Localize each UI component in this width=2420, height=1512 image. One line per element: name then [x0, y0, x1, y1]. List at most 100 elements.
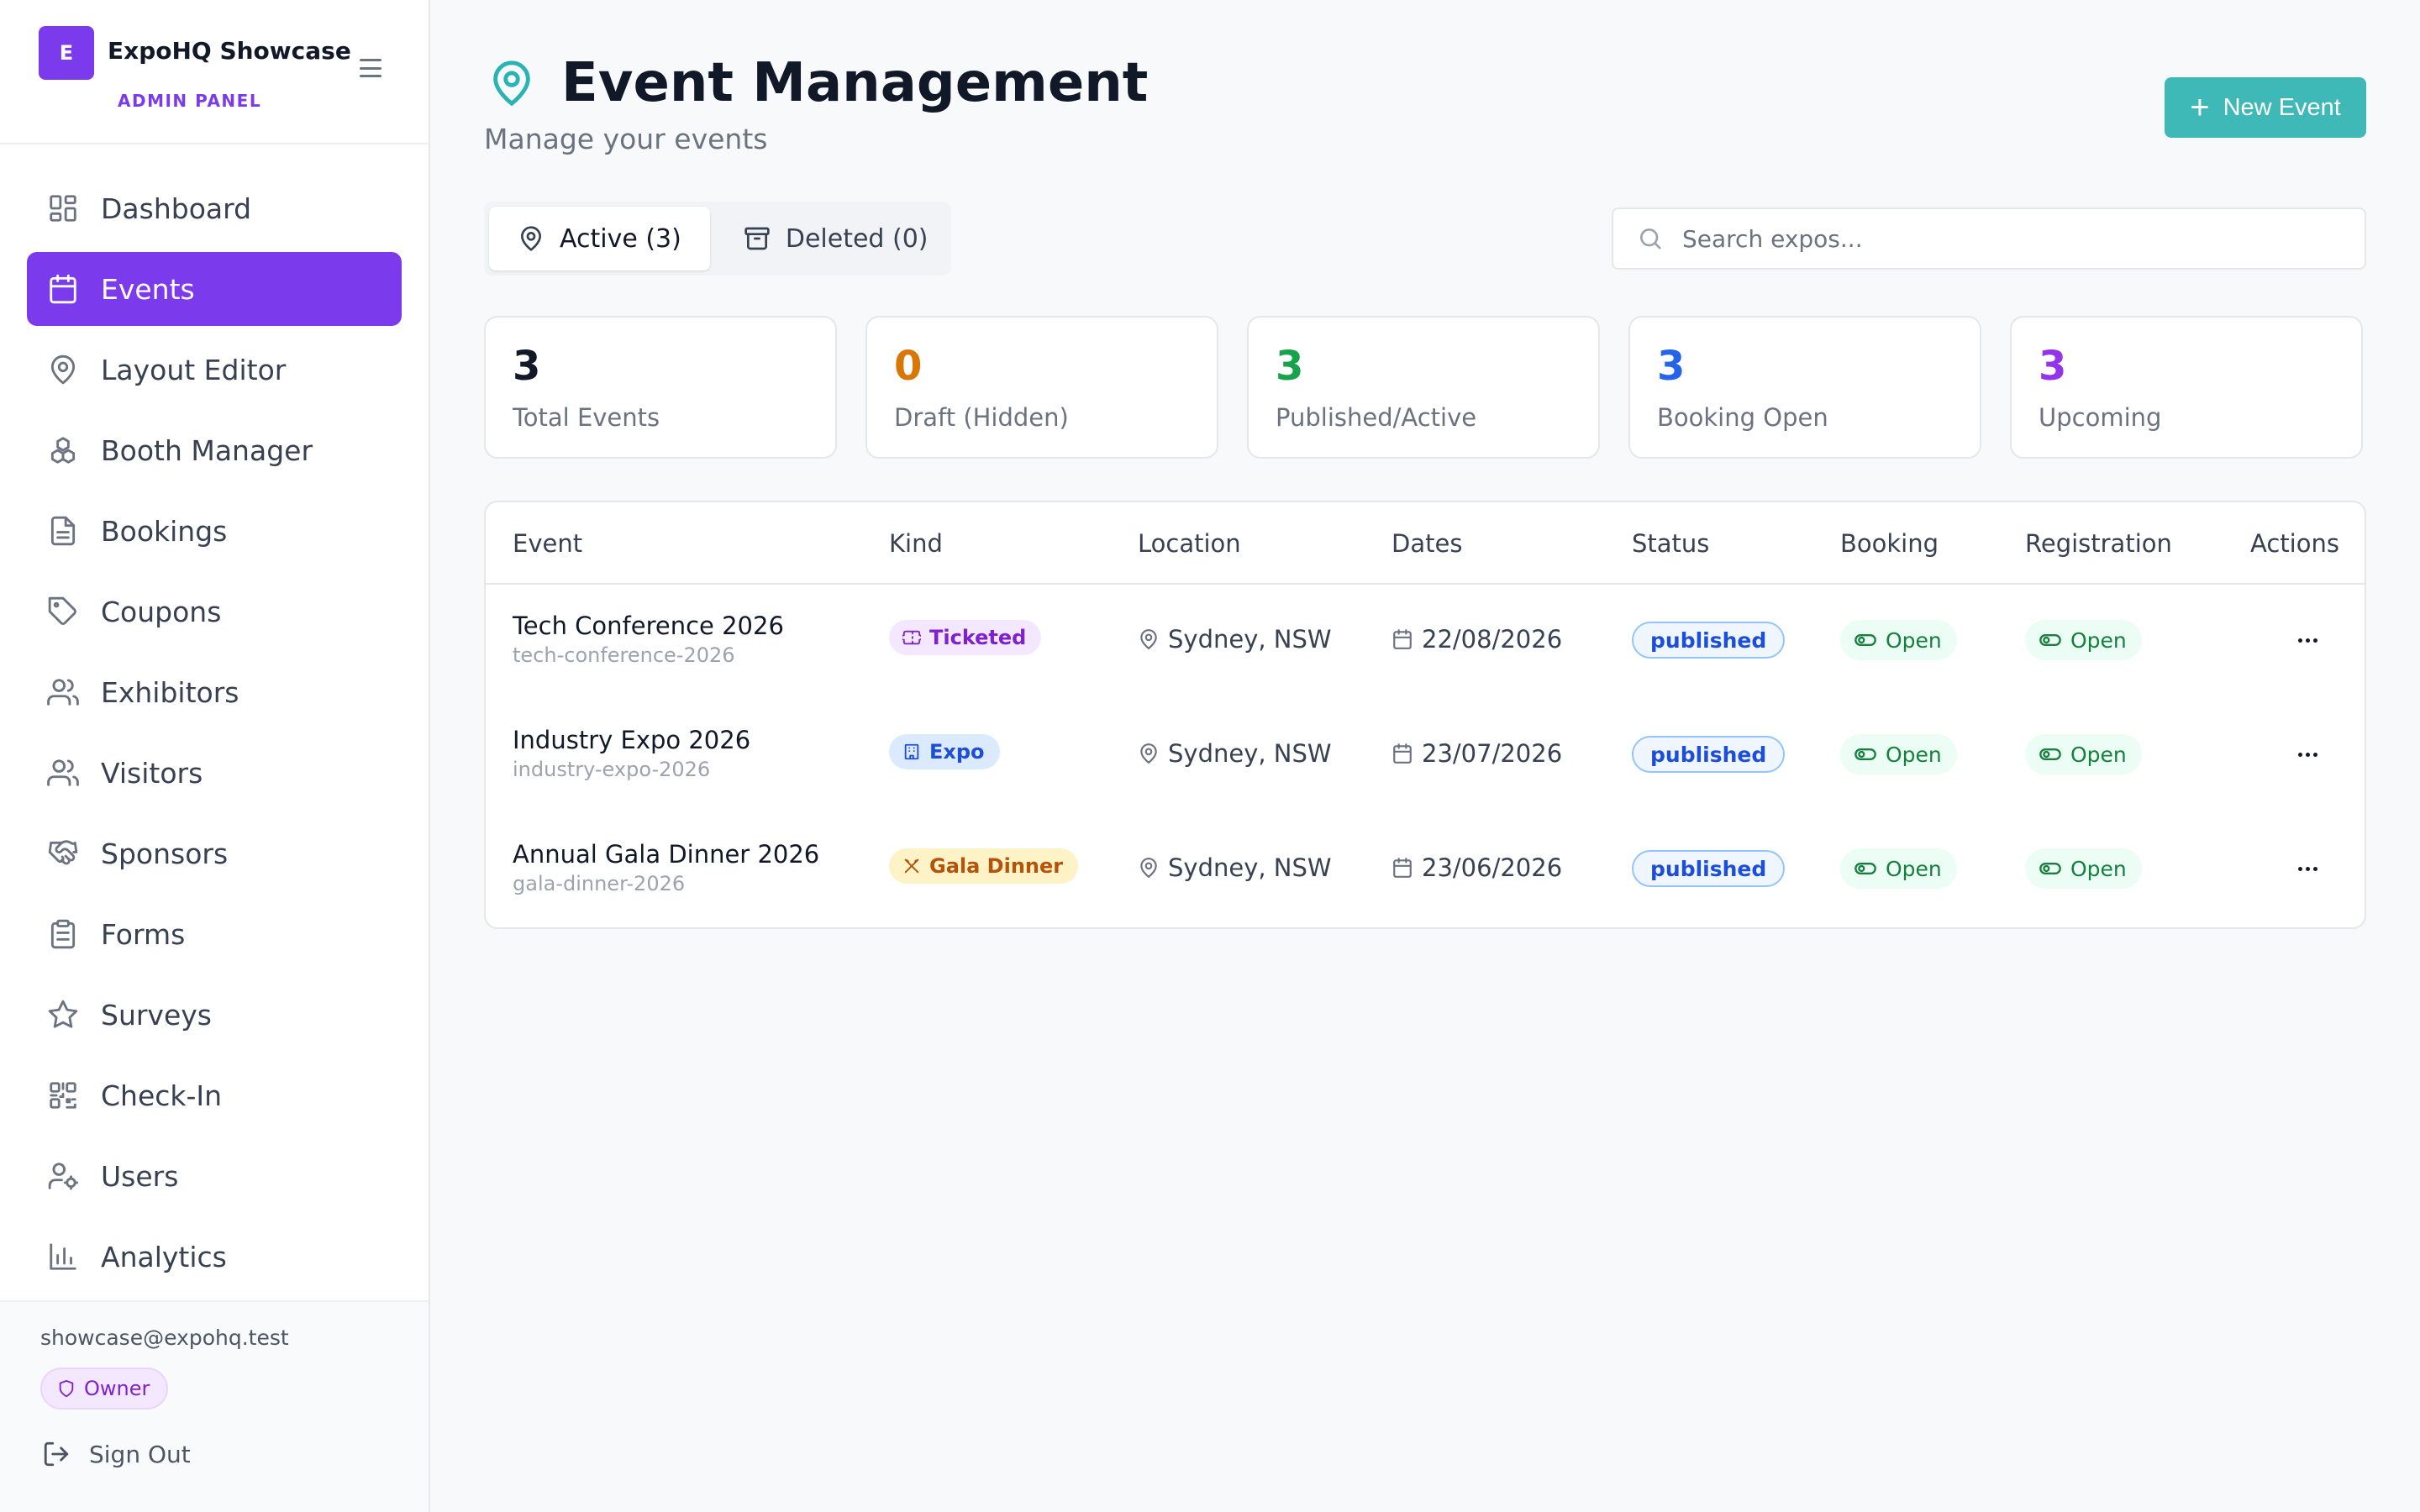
sidebar-item-label: Sponsors: [101, 837, 229, 870]
event-cell: Tech Conference 2026 tech-conference-202…: [513, 612, 784, 667]
role-label: Owner: [84, 1377, 150, 1400]
sidebar-item-coupons[interactable]: Coupons: [27, 575, 402, 648]
more-actions-icon[interactable]: [2291, 738, 2324, 771]
stat-value: 3: [2039, 343, 2067, 390]
menu-toggle-icon[interactable]: [360, 59, 381, 77]
status-badge: published: [1632, 736, 1786, 773]
log-out-icon: [44, 1441, 69, 1467]
sidebar-item-visitors[interactable]: Visitors: [27, 736, 402, 810]
event-name: Tech Conference 2026: [513, 612, 784, 640]
sidebar-item-forms[interactable]: Forms: [27, 897, 402, 971]
event-cell: Annual Gala Dinner 2026 gala-dinner-2026: [513, 840, 819, 895]
stat-label: Draft (Hidden): [894, 403, 1069, 432]
sidebar-item-label: Coupons: [101, 595, 222, 628]
tab-active[interactable]: Active (3): [489, 207, 710, 270]
page-header: Event Management: [487, 52, 1148, 114]
registration-cell: Open: [2025, 734, 2142, 774]
events-table: Event Kind Location Dates Status Booking…: [484, 501, 2366, 929]
stat-card-draft: 0 Draft (Hidden): [865, 316, 1218, 459]
handshake-icon: [48, 840, 78, 865]
registration-toggle[interactable]: Open: [2025, 848, 2142, 889]
toggle-icon: [1854, 634, 1876, 646]
date-cell: 22/08/2026: [1392, 625, 1562, 654]
stat-card-upcoming: 3 Upcoming: [2010, 316, 2363, 459]
calendar-icon: [1393, 629, 1412, 649]
table-row[interactable]: Tech Conference 2026 tech-conference-202…: [486, 586, 2365, 701]
sidebar-item-dashboard[interactable]: Dashboard: [27, 171, 402, 245]
sidebar-item-layout-editor[interactable]: Layout Editor: [27, 333, 402, 407]
tag-icon: [48, 596, 76, 625]
booking-toggle[interactable]: Open: [1840, 848, 1957, 889]
sidebar-item-label: Users: [101, 1159, 179, 1193]
user-cog-icon: [48, 1163, 79, 1190]
location-cell: Sydney, NSW: [1138, 853, 1332, 882]
sidebar-item-analytics[interactable]: Analytics: [27, 1220, 402, 1294]
location-cell: Sydney, NSW: [1138, 739, 1332, 768]
kind-label: Expo: [929, 740, 985, 764]
toggle-icon: [2039, 634, 2061, 646]
tab-label: Deleted (0): [785, 223, 929, 254]
clipboard-icon: [50, 919, 76, 949]
role-badge: Owner: [40, 1368, 169, 1410]
plus-icon: +: [2190, 89, 2210, 126]
date-cell: 23/07/2026: [1392, 739, 1562, 768]
kind-label: Gala Dinner: [929, 854, 1064, 878]
calendar-icon: [50, 274, 76, 304]
booking-label: Open: [1886, 856, 1942, 881]
location-cell: Sydney, NSW: [1138, 625, 1332, 654]
qr-code-icon: [50, 1082, 76, 1109]
more-actions-icon[interactable]: [2291, 623, 2324, 657]
sidebar-item-surveys[interactable]: Surveys: [27, 978, 402, 1052]
event-slug: gala-dinner-2026: [513, 872, 686, 895]
booking-label: Open: [1886, 627, 1942, 653]
booking-toggle[interactable]: Open: [1840, 620, 1957, 660]
file-text-icon: [50, 516, 76, 546]
stat-card-booking-open: 3 Booking Open: [1628, 316, 1981, 459]
sidebar-item-bookings[interactable]: Bookings: [27, 494, 402, 568]
date-cell: 23/06/2026: [1392, 853, 1562, 882]
sidebar-item-label: Events: [101, 272, 195, 306]
sidebar-item-label: Check-In: [101, 1079, 223, 1112]
event-name: Industry Expo 2026: [513, 726, 751, 754]
registration-label: Open: [2070, 742, 2127, 767]
dashboard-icon: [50, 195, 76, 222]
more-actions-icon[interactable]: [2291, 852, 2324, 885]
sidebar-item-events[interactable]: Events: [27, 252, 402, 326]
sidebar-item-booth-manager[interactable]: Booth Manager: [27, 413, 402, 487]
toggle-icon: [2039, 748, 2061, 760]
table-row[interactable]: Industry Expo 2026 industry-expo-2026 Ex…: [486, 701, 2365, 815]
column-header-dates: Dates: [1392, 529, 1463, 558]
date-text: 23/07/2026: [1422, 739, 1563, 768]
sidebar-item-exhibitors[interactable]: Exhibitors: [27, 655, 402, 729]
shield-icon: [59, 1379, 74, 1398]
status-badge: published: [1632, 850, 1786, 887]
main-content: Event Management Manage your events + Ne…: [430, 0, 2420, 1512]
map-pin-icon: [521, 226, 541, 251]
tab-deleted[interactable]: Deleted (0): [715, 207, 957, 270]
stat-label: Booking Open: [1657, 403, 1828, 432]
registration-cell: Open: [2025, 848, 2142, 889]
stat-value: 3: [513, 343, 541, 390]
new-event-button[interactable]: + New Event: [2165, 77, 2366, 138]
map-pin-icon: [50, 354, 76, 385]
location-text: Sydney, NSW: [1168, 625, 1332, 654]
booking-cell: Open: [1840, 848, 1957, 889]
boxes-icon: [50, 437, 76, 464]
sidebar-item-sponsors[interactable]: Sponsors: [27, 816, 402, 890]
booking-toggle[interactable]: Open: [1840, 734, 1957, 774]
sidebar-item-check-in[interactable]: Check-In: [27, 1058, 402, 1132]
registration-toggle[interactable]: Open: [2025, 620, 2142, 660]
stat-value: 3: [1657, 343, 1686, 390]
status-cell: published: [1632, 850, 1786, 887]
status-cell: published: [1632, 622, 1786, 659]
stat-card-total-events: 3 Total Events: [484, 316, 837, 459]
utensils-icon: [904, 858, 919, 874]
sign-out-button[interactable]: Sign Out: [42, 1440, 191, 1468]
brand-subtitle: ADMIN PANEL: [118, 91, 262, 111]
stats-row: 3 Total Events 0 Draft (Hidden) 3 Publis…: [484, 316, 2366, 459]
search-input[interactable]: [1682, 224, 2338, 253]
table-row[interactable]: Annual Gala Dinner 2026 gala-dinner-2026…: [486, 815, 2365, 927]
sidebar-item-label: Surveys: [101, 998, 212, 1032]
sidebar-item-users[interactable]: Users: [27, 1139, 402, 1213]
registration-toggle[interactable]: Open: [2025, 734, 2142, 774]
